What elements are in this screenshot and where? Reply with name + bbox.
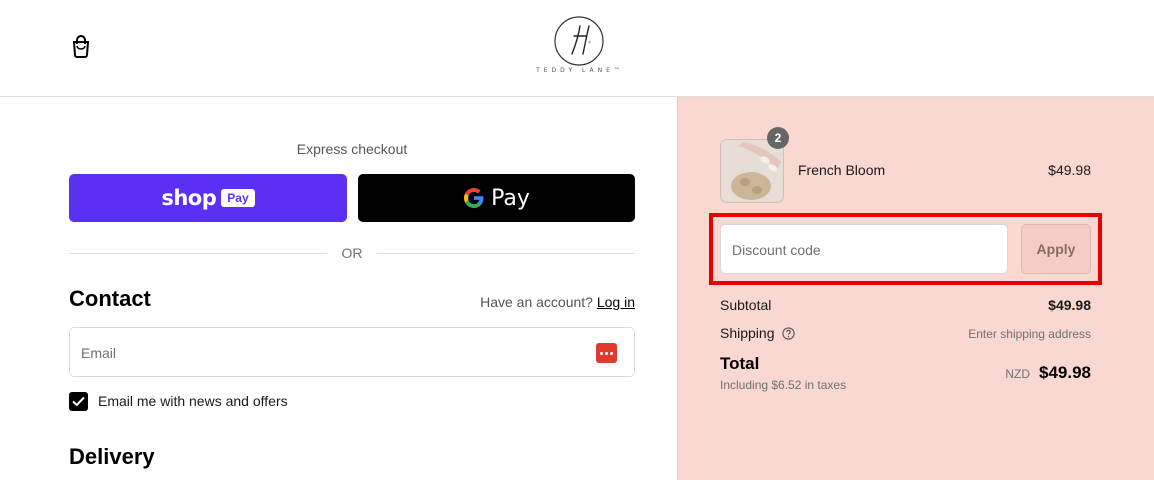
google-g-icon <box>463 187 485 209</box>
total-value: $49.98 <box>1039 363 1091 382</box>
quantity-badge: 2 <box>767 127 789 149</box>
shipping-row: Shipping <box>720 325 795 341</box>
product-price: $49.98 <box>1048 162 1091 178</box>
discount-input[interactable] <box>732 240 992 260</box>
currency-code: NZD <box>1005 367 1030 381</box>
divider-left <box>69 253 327 254</box>
shopping-bag-icon[interactable] <box>70 34 92 58</box>
email-field[interactable] <box>69 327 635 377</box>
subtotal-value: $49.98 <box>1048 297 1091 313</box>
tax-note: Including $6.52 in taxes <box>720 378 847 392</box>
delivery-heading: Delivery <box>69 444 155 469</box>
google-pay-label: Pay <box>491 185 530 211</box>
contact-heading: Contact <box>69 286 151 311</box>
help-circle-icon[interactable] <box>781 326 795 340</box>
newsletter-label[interactable]: Email me with news and offers <box>98 393 288 409</box>
shop-pay-wordmark: shop <box>161 186 217 210</box>
account-prompt-row: Have an account? Log in <box>480 294 635 310</box>
header: TEDDY LANE™ <box>0 0 1154 97</box>
checkmark-icon <box>72 396 85 407</box>
product-name: French Bloom <box>798 162 886 178</box>
shipping-label: Shipping <box>720 325 775 341</box>
discount-field[interactable] <box>720 224 1008 274</box>
newsletter-checkbox[interactable] <box>69 392 88 411</box>
login-link[interactable]: Log in <box>597 294 635 310</box>
google-pay-button[interactable]: Pay <box>358 174 635 222</box>
total-label: Total <box>720 354 760 373</box>
brand-wordmark: TEDDY LANE™ <box>536 67 624 74</box>
email-input[interactable] <box>81 343 571 363</box>
subtotal-label: Subtotal <box>720 297 772 313</box>
account-prompt: Have an account? <box>480 294 593 310</box>
password-manager-icon[interactable] <box>596 343 617 363</box>
apply-button[interactable]: Apply <box>1021 224 1091 274</box>
shop-pay-button[interactable]: shop Pay <box>69 174 347 222</box>
or-separator: OR <box>341 245 363 261</box>
shop-pay-badge: Pay <box>221 189 255 207</box>
express-checkout-title: Express checkout <box>296 141 408 157</box>
shipping-value: Enter shipping address <box>968 327 1091 341</box>
divider-right <box>377 253 635 254</box>
